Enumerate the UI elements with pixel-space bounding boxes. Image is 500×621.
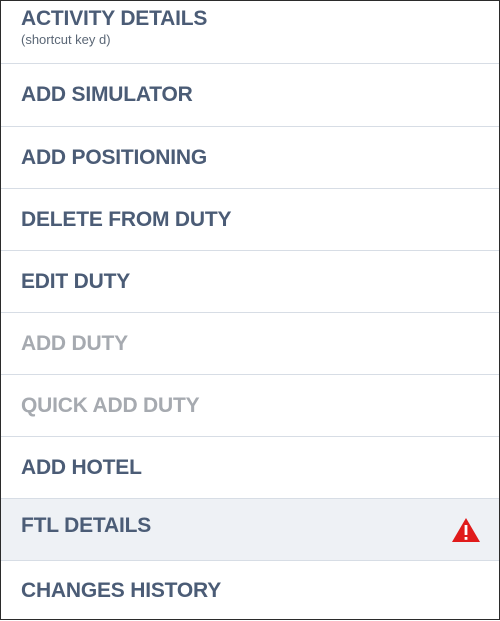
menu-item-label: EDIT DUTY <box>21 270 131 293</box>
menu-item-label: ADD DUTY <box>21 332 128 355</box>
menu-item-label: CHANGES HISTORY <box>21 579 222 602</box>
menu-item-label: ADD HOTEL <box>21 456 142 479</box>
menu-item-label: QUICK ADD DUTY <box>21 394 200 417</box>
menu-item-ftl-details[interactable]: FTL DETAILS <box>1 499 499 561</box>
menu-item-label: FTL DETAILS <box>21 514 152 537</box>
menu-item-add-duty: ADD DUTY <box>1 313 499 375</box>
menu-item-label: ADD POSITIONING <box>21 146 208 169</box>
menu-item-add-positioning[interactable]: ADD POSITIONING <box>1 127 499 189</box>
warning-icon <box>452 517 480 542</box>
menu-item-add-simulator[interactable]: ADD SIMULATOR <box>1 64 499 127</box>
menu-item-delete-from-duty[interactable]: DELETE FROM DUTY <box>1 189 499 251</box>
menu-item-label: ACTIVITY DETAILS <box>21 7 208 30</box>
menu-item-quick-add-duty: QUICK ADD DUTY <box>1 375 499 437</box>
menu-item-edit-duty[interactable]: EDIT DUTY <box>1 251 499 313</box>
menu-item-label: DELETE FROM DUTY <box>21 208 232 231</box>
menu-item-label: ADD SIMULATOR <box>21 83 193 106</box>
context-menu: ACTIVITY DETAILS (shortcut key d) ADD SI… <box>0 0 500 620</box>
shortcut-hint: (shortcut key d) <box>21 32 111 47</box>
menu-item-changes-history[interactable]: CHANGES HISTORY <box>1 561 499 619</box>
menu-item-add-hotel[interactable]: ADD HOTEL <box>1 437 499 499</box>
menu-item-activity-details[interactable]: ACTIVITY DETAILS (shortcut key d) <box>1 1 499 64</box>
